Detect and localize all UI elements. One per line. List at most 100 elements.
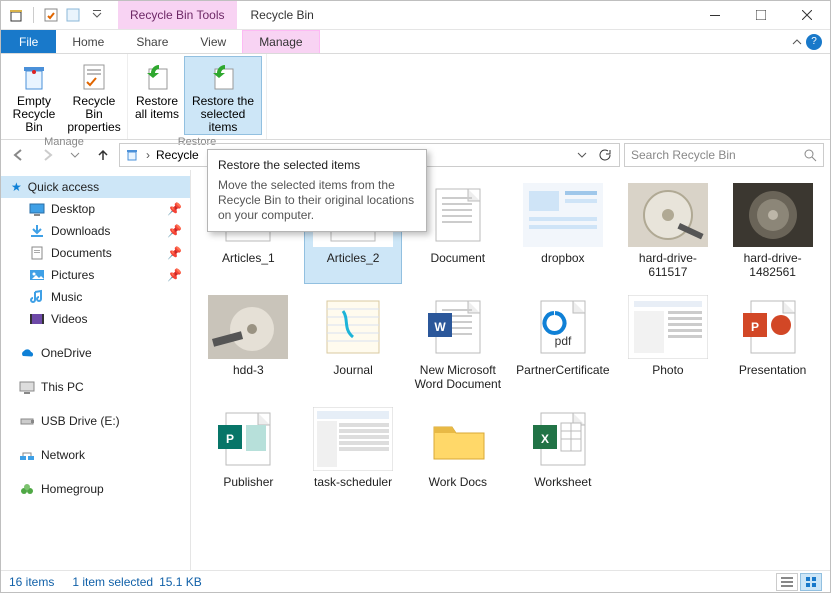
help-icon[interactable]: ? [806,34,822,50]
tab-home[interactable]: Home [56,30,120,53]
empty-recycle-bin-button[interactable]: Empty Recycle Bin [5,56,63,135]
up-button[interactable] [91,143,115,167]
file-thumbnail [628,295,708,359]
nav-documents[interactable]: Documents📌 [1,242,190,264]
status-count: 16 items [9,575,54,589]
window-controls [692,1,830,29]
nav-quick-access[interactable]: ★ Quick access [1,176,190,198]
empty-bin-icon [18,61,50,93]
status-bar: 16 items 1 item selected 15.1 KB [1,570,830,592]
file-label: Worksheet [534,475,591,489]
view-large-icons-button[interactable] [800,573,822,591]
tooltip-restore-selected: Restore the selected items Move the sele… [207,149,427,232]
file-item[interactable]: Work Docs [408,402,507,494]
file-label: Publisher [223,475,273,489]
restore-all-button[interactable]: Restore all items [132,56,182,135]
qat-properties-icon[interactable] [42,6,60,24]
this-pc-icon [19,379,35,395]
pin-icon: 📌 [167,246,182,260]
restore-selected-icon [207,61,239,93]
qat-blank-icon[interactable] [64,6,82,24]
file-item[interactable]: hard-drive-611517 [619,178,718,284]
qat-customize-icon[interactable] [88,6,106,24]
file-label: task-scheduler [314,475,392,489]
file-thumbnail: W [418,295,498,359]
file-label: hard-drive-611517 [622,251,715,279]
nav-videos[interactable]: Videos [1,308,190,330]
svg-text:pdf: pdf [555,334,572,348]
search-box[interactable]: Search Recycle Bin [624,143,824,167]
restore-selected-button[interactable]: Restore the selected items [184,56,262,135]
restore-selected-label: Restore the selected items [187,95,259,134]
ribbon-tabs: File Home Share View Manage ? [1,30,830,54]
file-thumbnail: P [208,407,288,471]
svg-text:P: P [226,432,234,446]
file-item[interactable]: P Publisher [199,402,298,494]
nav-usb-drive[interactable]: USB Drive (E:) [1,410,190,432]
nav-pictures[interactable]: Pictures📌 [1,264,190,286]
nav-network[interactable]: Network [1,444,190,466]
onedrive-icon [19,345,35,361]
network-icon [19,447,35,463]
search-icon [804,149,817,162]
collapse-ribbon-icon[interactable] [792,37,802,47]
file-item[interactable]: dropbox [513,178,612,284]
nav-homegroup[interactable]: Homegroup [1,478,190,500]
file-label: hdd-3 [233,363,264,377]
tooltip-body: Move the selected items from the Recycle… [218,178,416,223]
tab-manage[interactable]: Manage [242,30,319,53]
file-item[interactable]: task-scheduler [304,402,403,494]
ribbon-group-restore: Restore all items Restore the selected i… [128,54,267,139]
file-item[interactable]: pdfPartnerCertificate [513,290,612,396]
file-label: Work Docs [429,475,487,489]
close-button[interactable] [784,1,830,29]
empty-bin-label: Empty Recycle Bin [8,95,60,134]
tab-view[interactable]: View [184,30,242,53]
nav-desktop[interactable]: Desktop📌 [1,198,190,220]
minimize-button[interactable] [692,1,738,29]
file-thumbnail [418,183,498,247]
nav-music[interactable]: Music [1,286,190,308]
tab-share[interactable]: Share [120,30,184,53]
refresh-button[interactable] [593,144,615,166]
videos-icon [29,311,45,327]
maximize-button[interactable] [738,1,784,29]
file-item[interactable]: hard-drive-1482561 [723,178,822,284]
file-label: Articles_1 [222,251,275,265]
file-thumbnail [628,183,708,247]
file-item[interactable]: Photo [619,290,718,396]
file-item[interactable]: Journal [304,290,403,396]
file-item[interactable]: hdd-3 [199,290,298,396]
file-label: New Microsoft Word Document [411,363,504,391]
bin-properties-button[interactable]: Recycle Bin properties [65,56,123,135]
nav-downloads[interactable]: Downloads📌 [1,220,190,242]
file-thumbnail [208,295,288,359]
view-details-button[interactable] [776,573,798,591]
file-label: Journal [333,363,372,377]
nav-onedrive[interactable]: OneDrive [1,342,190,364]
file-item[interactable]: W New Microsoft Word Document [408,290,507,396]
file-item[interactable]: PPresentation [723,290,822,396]
svg-text:P: P [751,320,759,334]
navigation-pane: ★ Quick access Desktop📌 Downloads📌 Docum… [1,170,191,570]
music-icon [29,289,45,305]
file-label: Photo [652,363,683,377]
breadcrumb-chevron[interactable]: › [142,148,154,162]
forward-button[interactable] [35,143,59,167]
file-thumbnail [523,183,603,247]
nav-this-pc[interactable]: This PC [1,376,190,398]
file-label: Document [430,251,485,265]
recent-locations-button[interactable] [63,143,87,167]
downloads-icon [29,223,45,239]
back-button[interactable] [7,143,31,167]
file-item[interactable]: XWorksheet [513,402,612,494]
restore-all-label: Restore all items [135,95,179,121]
contextual-tab-label: Recycle Bin Tools [118,1,237,29]
window-title: Recycle Bin [237,1,693,29]
documents-icon [29,245,45,261]
restore-all-icon [141,61,173,93]
file-thumbnail [733,183,813,247]
breadcrumb-location[interactable]: Recycle [156,148,199,162]
tab-file[interactable]: File [1,30,56,53]
breadcrumb-history-dropdown[interactable] [573,150,591,160]
